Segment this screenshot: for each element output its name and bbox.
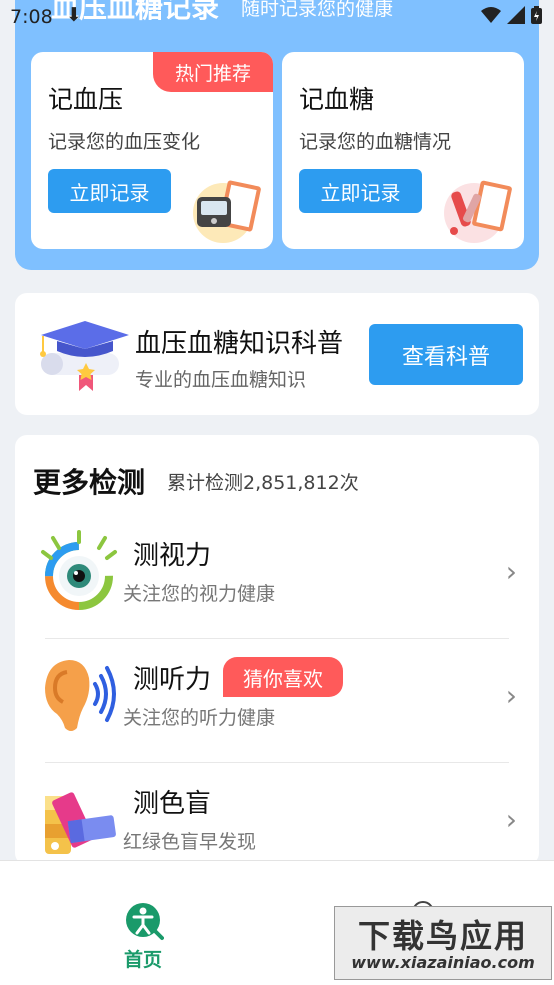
bp-card-title: 记血压 <box>48 85 124 114</box>
vision-test-name: 测视力 <box>133 541 212 571</box>
chevron-right-icon: › <box>505 555 517 588</box>
chevron-right-icon: › <box>505 803 517 836</box>
guess-you-like-badge: 猜你喜欢 <box>223 657 343 697</box>
bs-card-desc: 记录您的血糖情况 <box>299 131 452 153</box>
blood-sugar-test-icon <box>444 180 512 243</box>
signal-icon <box>507 6 525 24</box>
status-icons <box>481 6 542 24</box>
more-tests-count: 累计检测2,851,812次 <box>167 472 359 494</box>
watermark-logo: 下载鸟应用 www.xiazainiao.com <box>334 906 552 980</box>
hero-subtitle: 随时记录您的健康 <box>241 0 394 20</box>
watermark-text: 下载鸟应用 <box>357 917 528 955</box>
color-palette-icon <box>45 792 116 854</box>
hearing-test-desc: 关注您的听力健康 <box>123 707 276 729</box>
more-tests-section: 更多检测 累计检测2,851,812次 测视力 关注您的视力健康 › 测听力 关… <box>15 435 539 865</box>
battery-icon <box>531 6 542 24</box>
blood-pressure-monitor-icon <box>193 180 261 243</box>
vision-test-desc: 关注您的视力健康 <box>123 583 276 605</box>
wifi-icon <box>481 7 501 23</box>
home-figure-icon <box>126 903 164 940</box>
download-icon: ⬇ <box>66 4 82 26</box>
status-time: 7:08 <box>10 6 53 28</box>
eye-test-icon <box>41 530 117 610</box>
hearing-test-name: 测听力 <box>133 665 212 695</box>
bp-card-desc: 记录您的血压变化 <box>48 131 201 153</box>
chevron-right-icon: › <box>505 679 517 712</box>
knowledge-title: 血压血糖知识科普 <box>135 329 344 359</box>
graduation-cap-icon <box>40 321 129 391</box>
bs-record-button[interactable]: 立即记录 <box>299 169 422 213</box>
blood-pressure-card[interactable]: 记血压 记录您的血压变化 立即记录 热门推荐 <box>31 52 273 249</box>
hot-badge: 热门推荐 <box>153 52 273 92</box>
knowledge-desc: 专业的血压血糖知识 <box>135 369 307 391</box>
list-item-vision-test[interactable]: 测视力 关注您的视力健康 › <box>15 515 539 639</box>
bs-card-title: 记血糖 <box>299 85 375 114</box>
color-blind-test-name: 测色盲 <box>133 789 212 819</box>
bp-record-button[interactable]: 立即记录 <box>48 169 171 213</box>
knowledge-card[interactable]: 血压血糖知识科普 专业的血压血糖知识 查看科普 <box>15 293 539 415</box>
tab-home-label: 首页 <box>124 949 163 971</box>
more-tests-title: 更多检测 <box>33 466 146 499</box>
color-blind-test-desc: 红绿色盲早发现 <box>123 831 257 853</box>
list-item-hearing-test[interactable]: 测听力 关注您的听力健康 猜你喜欢 › <box>15 639 539 763</box>
ear-test-icon <box>45 660 116 731</box>
watermark-url: www.xiazainiao.com <box>351 953 535 972</box>
blood-sugar-card[interactable]: 记血糖 记录您的血糖情况 立即记录 <box>282 52 524 249</box>
view-knowledge-button[interactable]: 查看科普 <box>369 324 523 385</box>
